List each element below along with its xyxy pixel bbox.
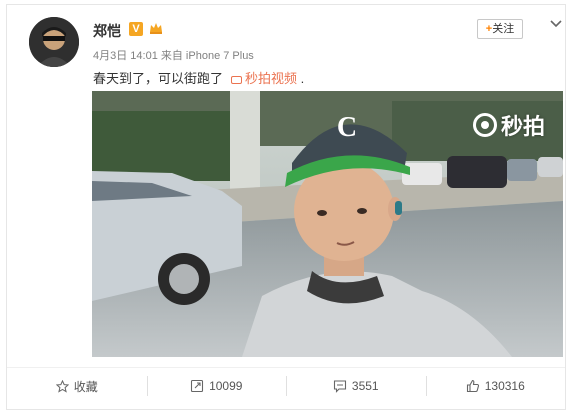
like-icon <box>466 379 479 393</box>
action-bar: 收藏 10099 3551 130316 <box>7 367 565 404</box>
repost-count: 10099 <box>209 379 243 393</box>
video-link-label: 秒拍视频 <box>245 71 298 86</box>
favorite-label: 收藏 <box>73 379 98 394</box>
like-button[interactable]: 130316 <box>425 368 566 404</box>
chevron-down-icon[interactable] <box>549 17 563 31</box>
follow-button[interactable]: +关注 <box>477 19 523 39</box>
verified-badge-icon: V <box>129 22 143 36</box>
video-link[interactable]: 秒拍视频 <box>231 71 297 86</box>
comment-button[interactable]: 3551 <box>286 368 426 404</box>
username[interactable]: 郑恺 <box>93 21 121 41</box>
vip-crown-icon <box>148 20 164 36</box>
camera-icon <box>472 113 497 137</box>
post-meta: 4月3日 14:01 来自 iPhone 7 Plus <box>93 50 254 62</box>
favorite-button[interactable]: 收藏 <box>7 368 147 404</box>
weibo-post-card: 郑恺 V 4月3日 14:01 来自 iPhone 7 Plus +关注 春天到… <box>6 4 566 410</box>
post-text: 春天到了，可以街跑了 秒拍视频 . <box>93 68 304 87</box>
follow-label: 关注 <box>492 23 515 35</box>
trailing-period: . <box>300 71 305 86</box>
user-avatar[interactable] <box>29 17 79 67</box>
cap-logo: C <box>337 112 357 143</box>
comment-icon <box>333 380 346 393</box>
repost-button[interactable]: 10099 <box>146 368 287 404</box>
watermark-text: 秒拍 <box>500 114 545 139</box>
video-player[interactable]: C 秒拍 <box>92 91 563 357</box>
star-icon <box>55 379 69 393</box>
video-icon <box>231 76 243 84</box>
like-count: 130316 <box>484 379 525 393</box>
post-body: 春天到了，可以街跑了 <box>93 71 224 86</box>
comment-count: 3551 <box>351 379 379 393</box>
repost-icon <box>191 379 204 393</box>
miaopai-watermark: 秒拍 <box>472 109 545 141</box>
